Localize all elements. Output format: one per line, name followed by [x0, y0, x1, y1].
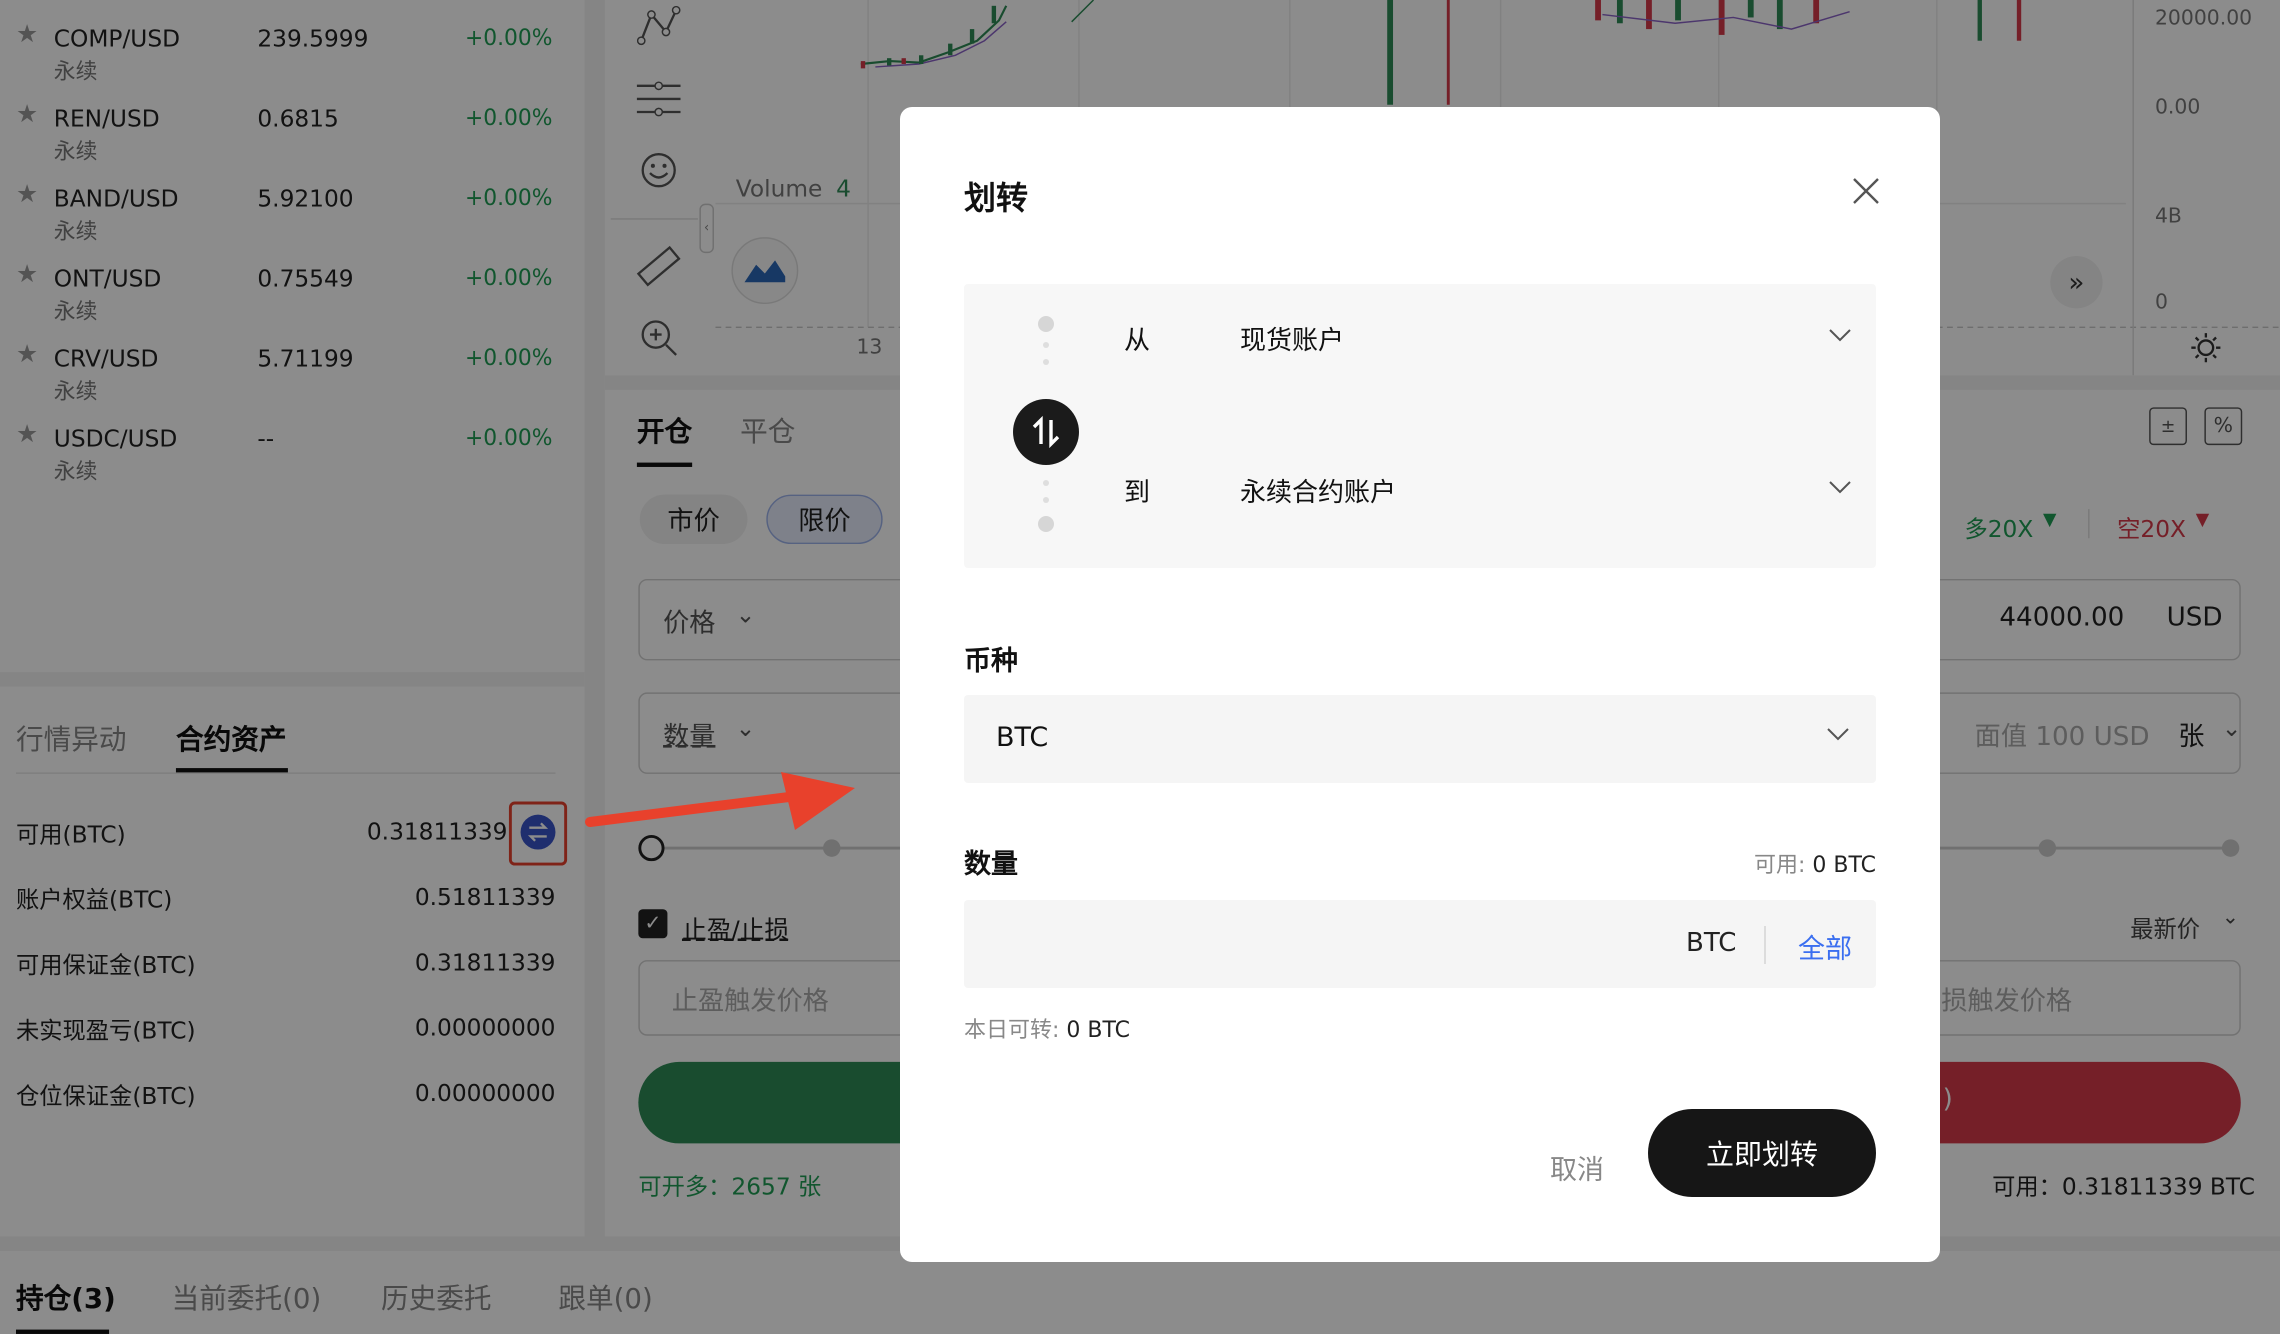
cancel-button[interactable]: 取消 — [1500, 1139, 1654, 1195]
available-label: 可用: — [1753, 853, 1806, 878]
today-label: 本日可转: — [964, 1018, 1060, 1043]
daily-transferable: 本日可转: 0 BTC — [964, 1012, 1130, 1044]
close-icon[interactable] — [1848, 173, 1884, 209]
coin-label: 币种 — [964, 646, 1018, 677]
transfer-all-button[interactable]: 全部 — [1798, 927, 1852, 966]
dialog-title: 划转 — [964, 179, 1029, 217]
chevron-down-icon — [1829, 329, 1851, 342]
available-value: 0 BTC — [1812, 853, 1876, 878]
available-amount: 可用: 0 BTC — [1754, 847, 1876, 879]
quantity-label: 数量 — [964, 849, 1018, 880]
input-separator — [1764, 926, 1766, 964]
from-account-value: 现货账户 — [1240, 326, 1345, 356]
quantity-input-group: BTC 全部 — [964, 900, 1876, 988]
annotation-arrow — [585, 772, 855, 830]
quantity-input[interactable] — [988, 918, 1548, 970]
today-value: 0 BTC — [1066, 1018, 1131, 1043]
from-label: 从 — [1124, 326, 1151, 356]
from-account-select[interactable]: 从 现货账户 — [964, 296, 1876, 376]
to-account-select[interactable]: 到 永续合约账户 — [964, 448, 1876, 528]
coin-value: BTC — [996, 722, 1049, 753]
chevron-down-icon — [1827, 728, 1849, 741]
transfer-now-button[interactable]: 立即划转 — [1648, 1109, 1876, 1197]
chevron-down-icon — [1829, 481, 1851, 494]
account-selector: 从 现货账户 到 永续合约账户 — [964, 284, 1876, 568]
quantity-unit: BTC — [1686, 928, 1737, 958]
coin-select[interactable]: BTC — [964, 695, 1876, 783]
transfer-dialog: 划转 从 现货账户 到 永续合约账户 币种 BTC 数量 可用: 0 BTC B — [900, 107, 1940, 1262]
to-account-value: 永续合约账户 — [1240, 478, 1397, 508]
to-label: 到 — [1124, 478, 1151, 508]
